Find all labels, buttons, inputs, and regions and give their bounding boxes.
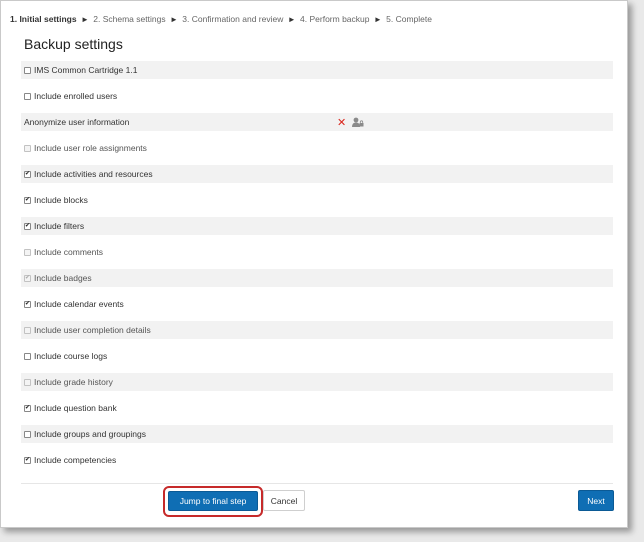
breadcrumb-step-perform-backup: 4. Perform backup bbox=[300, 14, 370, 24]
setting-label: Include badges bbox=[34, 273, 92, 283]
setting-label: Include enrolled users bbox=[34, 91, 118, 101]
setting-include-grade-history: Include grade history bbox=[21, 373, 613, 391]
setting-include-competencies[interactable]: ✔ Include competencies bbox=[21, 451, 613, 469]
checkbox-checked-disabled: ✔ bbox=[24, 274, 31, 282]
setting-include-question-bank[interactable]: ✔ Include question bank bbox=[21, 399, 613, 417]
setting-label: Include course logs bbox=[34, 351, 108, 361]
breadcrumb-step-schema-settings: 2. Schema settings bbox=[93, 14, 166, 24]
breadcrumb: 1. Initial settings ► 2. Schema settings… bbox=[10, 14, 432, 24]
breadcrumb-step-initial-settings: 1. Initial settings bbox=[10, 14, 77, 24]
settings-list: IMS Common Cartridge 1.1 Include enrolle… bbox=[21, 61, 613, 469]
setting-label: Include calendar events bbox=[34, 299, 124, 309]
checkbox-checked[interactable]: ✔ bbox=[24, 300, 31, 308]
checkbox[interactable] bbox=[24, 430, 31, 438]
breadcrumb-step-complete: 5. Complete bbox=[386, 14, 432, 24]
setting-label: Include competencies bbox=[34, 455, 117, 465]
setting-label: IMS Common Cartridge 1.1 bbox=[34, 65, 138, 75]
setting-include-blocks[interactable]: ✔ Include blocks bbox=[21, 191, 613, 209]
setting-label: Include grade history bbox=[34, 377, 113, 387]
setting-label: Anonymize user information bbox=[24, 117, 130, 127]
setting-label: Include user role assignments bbox=[34, 143, 147, 153]
setting-include-user-completion: Include user completion details bbox=[21, 321, 613, 339]
page-title: Backup settings bbox=[24, 36, 123, 52]
checkbox-checked[interactable]: ✔ bbox=[24, 222, 31, 230]
setting-label: Include question bank bbox=[34, 403, 117, 413]
close-x-icon[interactable]: ✕ bbox=[337, 116, 346, 129]
checkbox-disabled bbox=[24, 248, 31, 256]
backup-settings-window: 1. Initial settings ► 2. Schema settings… bbox=[0, 0, 628, 528]
setting-ims-common-cartridge[interactable]: IMS Common Cartridge 1.1 bbox=[21, 61, 613, 79]
setting-anonymize-user-info: Anonymize user information ✕ bbox=[21, 113, 613, 131]
cancel-button[interactable]: Cancel bbox=[263, 490, 305, 511]
setting-include-enrolled-users[interactable]: Include enrolled users bbox=[21, 87, 613, 105]
checkbox-checked[interactable]: ✔ bbox=[24, 170, 31, 178]
setting-label: Include filters bbox=[34, 221, 85, 231]
anonymize-controls: ✕ bbox=[337, 116, 364, 129]
checkbox[interactable] bbox=[24, 66, 31, 74]
setting-include-badges: ✔ Include badges bbox=[21, 269, 613, 287]
setting-label: Include activities and resources bbox=[34, 169, 153, 179]
jump-to-final-step-button[interactable]: Jump to final step bbox=[168, 491, 258, 511]
breadcrumb-step-confirmation: 3. Confirmation and review bbox=[182, 14, 284, 24]
setting-label: Include groups and groupings bbox=[34, 429, 146, 439]
checkbox-checked[interactable]: ✔ bbox=[24, 404, 31, 412]
setting-include-activities[interactable]: ✔ Include activities and resources bbox=[21, 165, 613, 183]
checkbox-disabled bbox=[24, 326, 31, 334]
checkbox-checked[interactable]: ✔ bbox=[24, 196, 31, 204]
checkbox[interactable] bbox=[24, 92, 31, 100]
setting-include-filters[interactable]: ✔ Include filters bbox=[21, 217, 613, 235]
setting-include-comments: Include comments bbox=[21, 243, 613, 261]
setting-include-user-role-assignments: Include user role assignments bbox=[21, 139, 613, 157]
breadcrumb-separator-icon: ► bbox=[287, 15, 296, 24]
breadcrumb-separator-icon: ► bbox=[80, 15, 89, 24]
setting-label: Include user completion details bbox=[34, 325, 151, 335]
checkbox-disabled bbox=[24, 378, 31, 386]
checkbox-checked[interactable]: ✔ bbox=[24, 456, 31, 464]
setting-label: Include comments bbox=[34, 247, 103, 257]
footer-divider bbox=[21, 483, 613, 484]
setting-label: Include blocks bbox=[34, 195, 88, 205]
user-lock-icon[interactable] bbox=[352, 117, 364, 127]
checkbox-disabled bbox=[24, 144, 31, 152]
setting-include-calendar-events[interactable]: ✔ Include calendar events bbox=[21, 295, 613, 313]
next-button[interactable]: Next bbox=[578, 490, 614, 511]
checkbox[interactable] bbox=[24, 352, 31, 360]
setting-include-course-logs[interactable]: Include course logs bbox=[21, 347, 613, 365]
setting-include-groups[interactable]: Include groups and groupings bbox=[21, 425, 613, 443]
breadcrumb-separator-icon: ► bbox=[169, 15, 178, 24]
breadcrumb-separator-icon: ► bbox=[373, 15, 382, 24]
